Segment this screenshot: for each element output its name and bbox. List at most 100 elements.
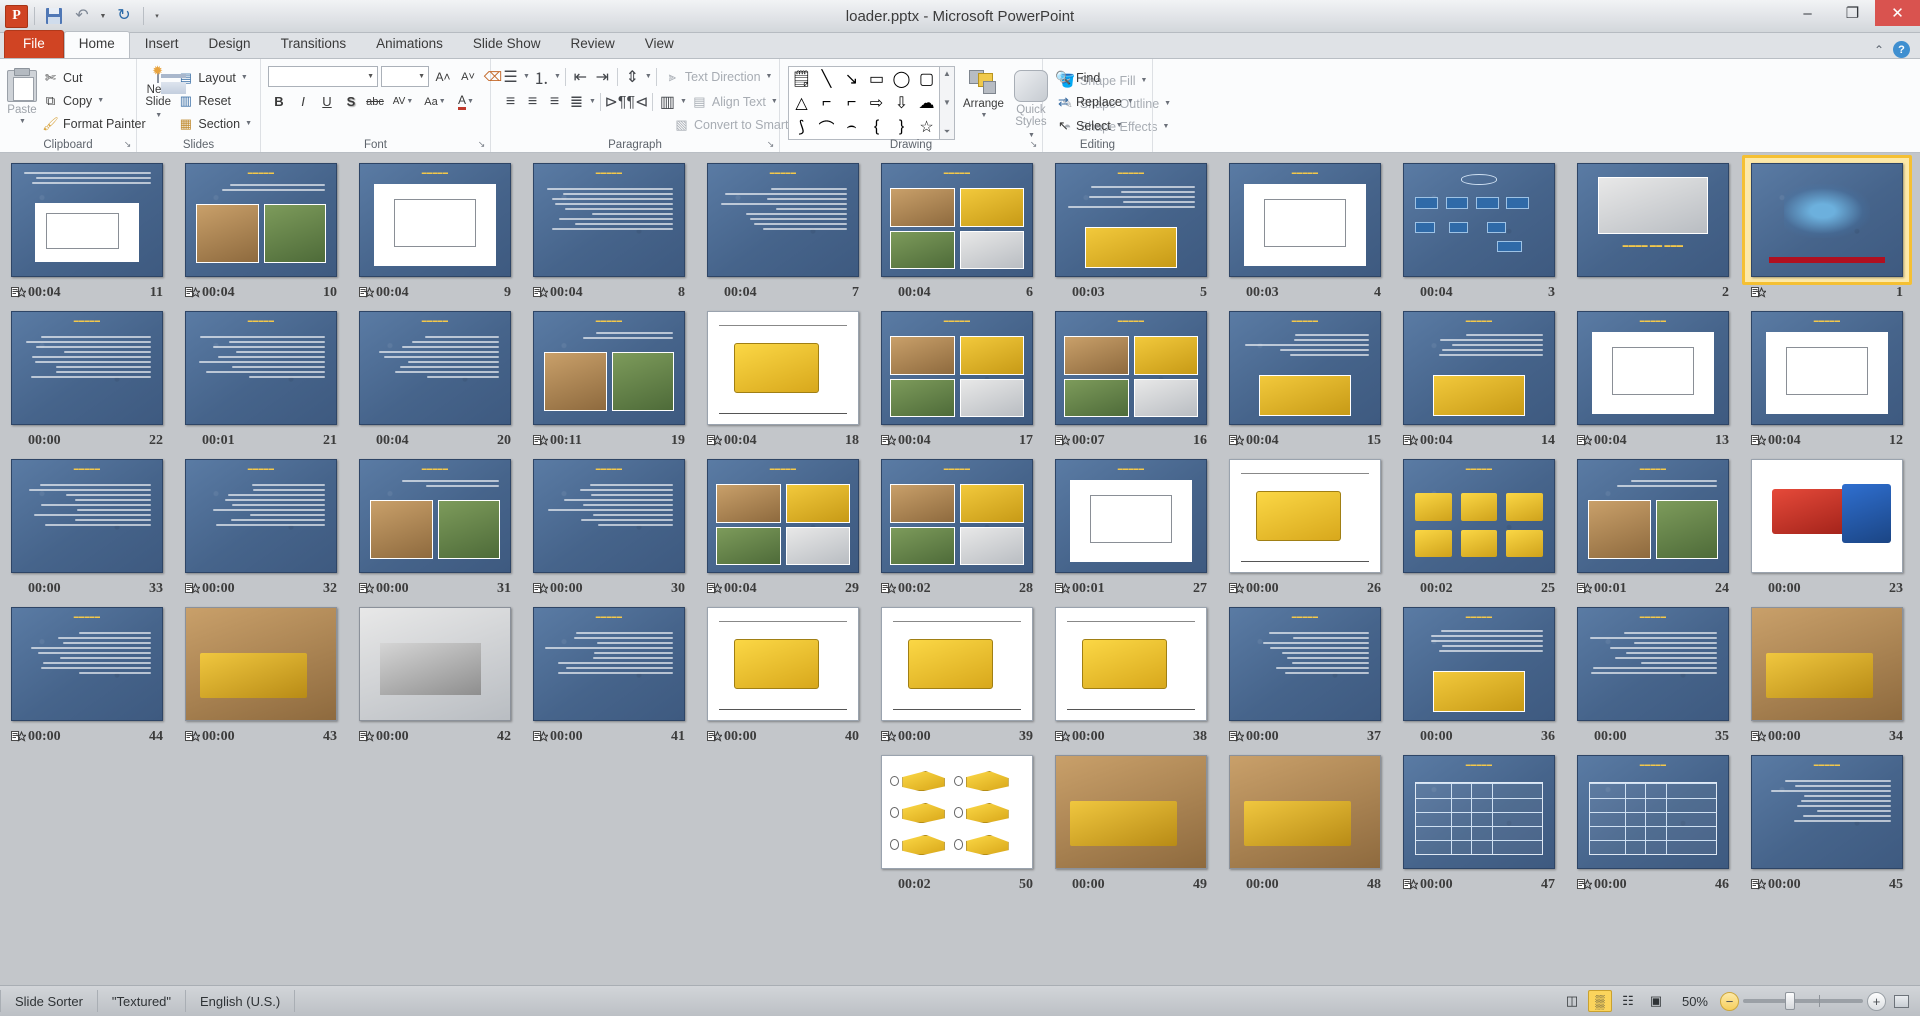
slide-thumbnail-frame[interactable] [181, 604, 341, 724]
cut-button[interactable]: ✄ Cut [39, 67, 149, 88]
transition-icon[interactable] [533, 582, 548, 595]
tab-view[interactable]: View [630, 31, 689, 58]
slide-preview[interactable]: ▬▬▬▬▬ [1577, 607, 1729, 721]
slide-thumbnail-37[interactable]: ▬▬▬▬▬ 00:00 37 [1218, 598, 1392, 746]
minimize-button[interactable]: – [1785, 0, 1830, 26]
slide-thumbnail-frame[interactable]: ▬▬▬▬▬ [1225, 308, 1385, 428]
slide-preview[interactable] [1403, 163, 1555, 277]
slide-preview[interactable]: ▬▬▬▬▬ [533, 607, 685, 721]
slide-preview[interactable]: ▬▬▬▬▬ [707, 459, 859, 573]
line-shape[interactable]: ╲ [814, 67, 839, 91]
strikethrough-button[interactable]: abc [364, 91, 386, 112]
zoom-out-button[interactable]: − [1720, 992, 1739, 1011]
slide-thumbnail-22[interactable]: ▬▬▬▬▬ 00:00 22 [0, 302, 174, 450]
transition-icon[interactable] [1403, 434, 1418, 447]
slide-thumbnail-35[interactable]: ▬▬▬▬▬ 00:00 35 [1566, 598, 1740, 746]
slide-thumbnail-20[interactable]: ▬▬▬▬▬ 00:04 20 [348, 302, 522, 450]
right-brace-shape[interactable]: } [889, 115, 914, 139]
transition-icon[interactable] [185, 730, 200, 743]
layout-button[interactable]: ▤ Layout ▼ [174, 67, 255, 88]
tab-design[interactable]: Design [194, 31, 266, 58]
slide-preview[interactable] [359, 607, 511, 721]
scroll-down-icon[interactable]: ▼ [943, 98, 951, 107]
slide-thumbnail-frame[interactable] [1225, 456, 1385, 576]
transition-icon[interactable] [1229, 582, 1244, 595]
slide-preview[interactable]: ▬▬▬▬▬ [11, 311, 163, 425]
tab-transitions[interactable]: Transitions [266, 31, 362, 58]
align-right-button[interactable]: ≡ [544, 92, 565, 112]
slide-thumbnail-frame[interactable]: ▬▬▬▬▬ [7, 308, 167, 428]
align-center-button[interactable]: ≡ [522, 92, 543, 112]
powerpoint-logo-icon[interactable]: P [5, 5, 28, 28]
paragraph-dialog-launcher[interactable]: ↘ [765, 139, 776, 150]
slide-thumbnail-24[interactable]: ▬▬▬▬▬ 00:01 24 [1566, 450, 1740, 598]
slide-thumbnail-frame[interactable]: ▬▬▬▬▬ [1573, 604, 1733, 724]
transition-icon[interactable] [185, 286, 200, 299]
slide-thumbnail-8[interactable]: ▬▬▬▬▬ 00:04 8 [522, 154, 696, 302]
slide-thumbnail-frame[interactable] [1747, 604, 1907, 724]
transition-icon[interactable] [881, 582, 896, 595]
transition-icon[interactable] [1577, 434, 1592, 447]
columns-button[interactable]: ▥ [657, 92, 678, 112]
slide-thumbnail-frame[interactable] [1747, 160, 1907, 280]
arrange-button[interactable]: Arrange ▼ [961, 66, 1006, 125]
slide-thumbnail-frame[interactable]: ▬▬▬▬▬ [529, 160, 689, 280]
slide-preview[interactable]: ▬▬▬▬▬ [881, 163, 1033, 277]
transition-icon[interactable] [1577, 878, 1592, 891]
slide-thumbnail-frame[interactable] [703, 604, 863, 724]
slide-thumbnail-25[interactable]: ▬▬▬▬▬ 00:02 25 [1392, 450, 1566, 598]
slide-thumbnail-frame[interactable]: ▬▬▬▬▬ [703, 456, 863, 576]
slide-thumbnail-2[interactable]: ▬▬▬▬ ▬▬ ▬▬▬ 2 [1566, 154, 1740, 302]
find-button[interactable]: 🔍 Find [1052, 67, 1137, 88]
slide-thumbnail-6[interactable]: ▬▬▬▬▬ 00:04 6 [870, 154, 1044, 302]
slide-preview[interactable]: ▬▬▬▬▬ [533, 311, 685, 425]
slide-preview[interactable]: ▬▬▬▬ ▬▬ ▬▬▬ [1577, 163, 1729, 277]
slide-thumbnail-frame[interactable] [7, 160, 167, 280]
status-theme-name[interactable]: "Textured" [98, 990, 186, 1012]
transition-icon[interactable] [1751, 286, 1766, 299]
slide-thumbnail-frame[interactable] [1051, 604, 1211, 724]
slide-preview[interactable]: ▬▬▬▬▬ [11, 459, 163, 573]
bullets-button[interactable]: ☰ [500, 67, 521, 87]
slide-sorter-pane[interactable]: 00:04 11 ▬▬▬▬▬ 00:04 10 ▬▬▬▬▬ 00:04 9 ▬▬▬▬▬ 00:04… [0, 154, 1920, 985]
transition-icon[interactable] [359, 286, 374, 299]
slide-thumbnail-frame[interactable]: ▬▬▬▬▬ [355, 456, 515, 576]
font-size-combobox[interactable]: ▼ [381, 66, 429, 87]
slide-preview[interactable]: ▬▬▬▬▬ [1055, 311, 1207, 425]
slide-preview[interactable]: ▬▬▬▬▬ [1055, 459, 1207, 573]
slide-thumbnail-26[interactable]: 00:00 26 [1218, 450, 1392, 598]
shrink-font-button[interactable]: A˅ [457, 66, 479, 87]
tab-slide-show[interactable]: Slide Show [458, 31, 556, 58]
align-text-button[interactable]: ▤ Align Text ▼ [688, 91, 781, 112]
transition-icon[interactable] [1751, 730, 1766, 743]
slide-thumbnail-14[interactable]: ▬▬▬▬▬ 00:04 14 [1392, 302, 1566, 450]
slide-thumbnail-31[interactable]: ▬▬▬▬▬ 00:00 31 [348, 450, 522, 598]
font-color-button[interactable]: A ▼ [452, 91, 480, 112]
zoom-level-label[interactable]: 50% [1672, 994, 1716, 1009]
transition-icon[interactable] [533, 286, 548, 299]
transition-icon[interactable] [707, 434, 722, 447]
slide-thumbnail-12[interactable]: ▬▬▬▬▬ 00:04 12 [1740, 302, 1914, 450]
slide-preview[interactable]: ▬▬▬▬▬ [185, 163, 337, 277]
close-button[interactable]: ✕ [1875, 0, 1920, 26]
change-case-button[interactable]: Aa ▼ [420, 91, 450, 112]
slide-thumbnail-28[interactable]: ▬▬▬▬▬ 00:02 28 [870, 450, 1044, 598]
fit-slide-to-window-button[interactable] [1890, 990, 1912, 1012]
slide-preview[interactable]: ▬▬▬▬▬ [1751, 755, 1903, 869]
slide-thumbnail-43[interactable]: 00:00 43 [174, 598, 348, 746]
transition-icon[interactable] [1751, 434, 1766, 447]
slide-preview[interactable] [1751, 607, 1903, 721]
slide-preview[interactable]: ▬▬▬▬▬ [1403, 607, 1555, 721]
customize-quick-access-button[interactable]: ▾ [150, 3, 164, 29]
help-icon[interactable]: ? [1893, 41, 1910, 58]
slide-thumbnail-13[interactable]: ▬▬▬▬▬ 00:04 13 [1566, 302, 1740, 450]
cloud-shape[interactable]: ☁ [914, 91, 939, 115]
slide-thumbnail-frame[interactable]: ▬▬▬▬▬ [1747, 752, 1907, 872]
slide-thumbnail-29[interactable]: ▬▬▬▬▬ 00:04 29 [696, 450, 870, 598]
slide-thumbnail-36[interactable]: ▬▬▬▬▬ 00:00 36 [1392, 598, 1566, 746]
slide-thumbnail-11[interactable]: 00:04 11 [0, 154, 174, 302]
transition-icon[interactable] [1403, 878, 1418, 891]
slide-preview[interactable] [1229, 459, 1381, 573]
slide-sorter-view-button[interactable]: ▒ [1588, 990, 1612, 1012]
transition-icon[interactable] [881, 434, 896, 447]
